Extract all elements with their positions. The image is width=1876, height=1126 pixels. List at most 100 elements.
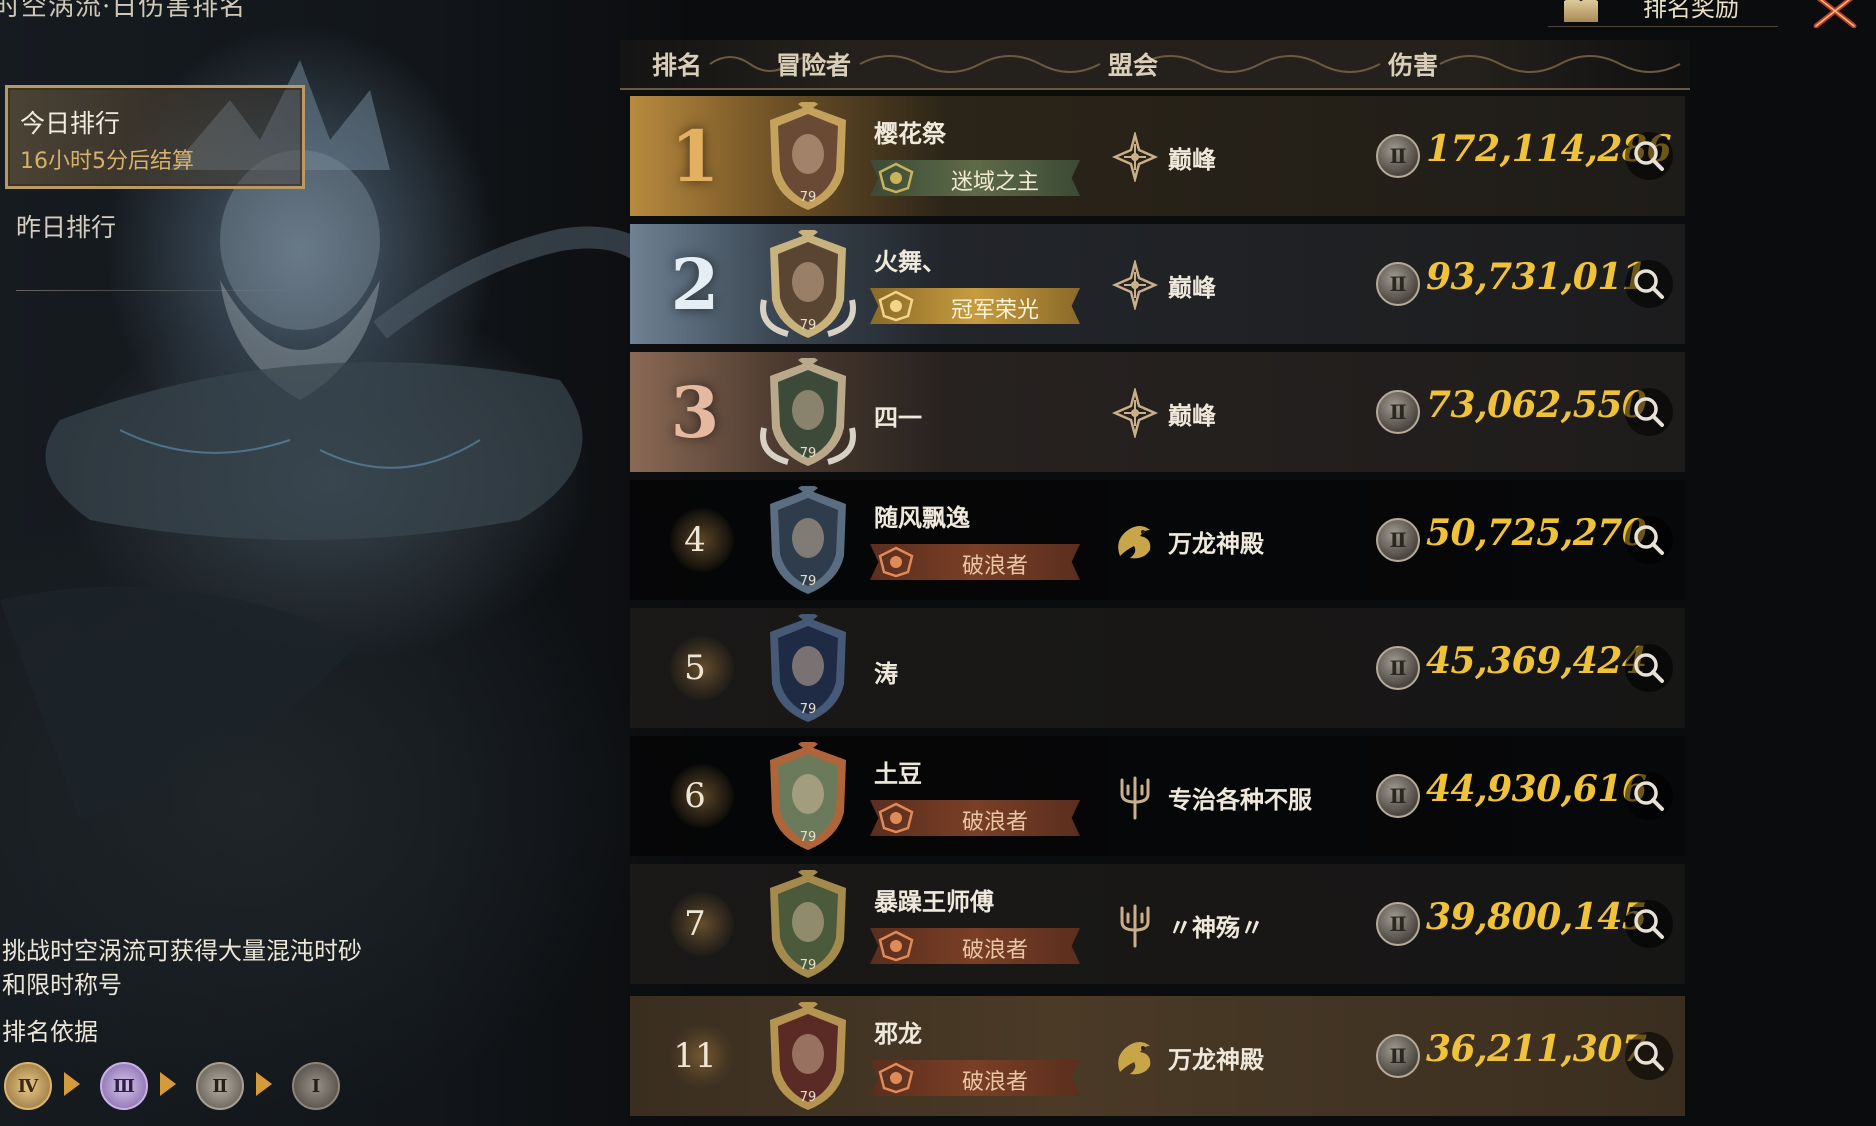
column-header-bar: 排名 冒险者 盟会 伤害 bbox=[620, 40, 1690, 90]
title-badge-label: 破浪者 bbox=[961, 938, 1028, 963]
ranking-row[interactable]: 2 79 火舞、 冠军荣光 巅峰 Ⅱ 93,731,011 bbox=[630, 224, 1685, 344]
title-emblem-icon bbox=[874, 1062, 918, 1094]
guild-name[interactable]: 巅峰 bbox=[1168, 396, 1216, 431]
tier-4-badge[interactable]: Ⅳ bbox=[4, 1062, 52, 1110]
column-rank: 排名 bbox=[652, 51, 703, 80]
title-emblem-icon bbox=[874, 290, 918, 322]
player-level: 79 bbox=[799, 574, 817, 589]
guild-peak-icon bbox=[1110, 130, 1160, 184]
guild-name[interactable]: 巅峰 bbox=[1168, 268, 1216, 303]
rank-number: 3 bbox=[630, 352, 760, 472]
player-name: 四一 bbox=[874, 404, 922, 432]
page-title: 时空涡流·日伤害排名 bbox=[0, 0, 247, 22]
search-icon[interactable] bbox=[1625, 260, 1673, 308]
player-level: 79 bbox=[799, 958, 817, 973]
tier-3-badge[interactable]: Ⅲ bbox=[100, 1062, 148, 1110]
title-badge: 破浪者 bbox=[870, 800, 1080, 836]
search-icon[interactable] bbox=[1625, 1032, 1673, 1080]
player-level: 79 bbox=[799, 190, 817, 205]
player-level: 79 bbox=[799, 446, 817, 461]
rank-number: 2 bbox=[630, 224, 760, 344]
player-level: 79 bbox=[799, 830, 817, 845]
damage-value: 73,062,550 bbox=[1426, 384, 1647, 426]
tier-coin-icon: Ⅱ bbox=[1376, 774, 1420, 818]
player-avatar[interactable]: 79 bbox=[758, 866, 858, 982]
rank-number: 1 bbox=[630, 96, 760, 216]
column-adventurer: 冒险者 bbox=[776, 51, 852, 80]
arrow-right-icon bbox=[160, 1072, 176, 1096]
search-icon[interactable] bbox=[1625, 132, 1673, 180]
rank-number: 5 bbox=[630, 608, 760, 728]
tier-2-badge[interactable]: Ⅱ bbox=[196, 1062, 244, 1110]
guild-peak-icon bbox=[1110, 386, 1160, 440]
title-emblem-icon bbox=[874, 930, 918, 962]
tab-yesterday-ranking[interactable]: 昨日排行 bbox=[16, 208, 116, 244]
rank-value: 3 bbox=[670, 370, 720, 454]
damage-value: 50,725,270 bbox=[1426, 512, 1647, 554]
ranking-row[interactable]: 7 79 暴躁王师傅 破浪者 〃神殇〃 Ⅱ 39,800,145 bbox=[630, 864, 1685, 984]
guild-dragon-icon bbox=[1110, 516, 1160, 566]
tab-today-label: 今日排行 bbox=[20, 109, 121, 138]
damage-value: 93,731,011 bbox=[1426, 256, 1647, 298]
guild-dragon-icon bbox=[1110, 1032, 1160, 1082]
ranking-row[interactable]: 5 79 涛 Ⅱ 45,369,424 bbox=[630, 608, 1685, 728]
column-damage: 伤害 bbox=[1388, 51, 1439, 80]
ranking-row[interactable]: 11 79 邪龙 破浪者 万龙神殿 Ⅱ 36,211,307 bbox=[630, 996, 1685, 1116]
rank-value: 5 bbox=[684, 648, 706, 688]
damage-value: 39,800,145 bbox=[1426, 896, 1647, 938]
title-badge: 迷域之主 bbox=[870, 160, 1080, 196]
reward-tip: 挑战时空涡流可获得大量混沌时砂和限时称号 bbox=[2, 937, 362, 999]
rank-number: 6 bbox=[630, 736, 760, 856]
title-badge-label: 迷域之主 bbox=[950, 170, 1039, 195]
ranking-reward-button[interactable]: 排名奖励 bbox=[1548, 0, 1778, 27]
rank-value: 4 bbox=[684, 520, 706, 560]
tier-coin-icon: Ⅱ bbox=[1376, 902, 1420, 946]
title-badge-label: 破浪者 bbox=[961, 810, 1028, 835]
tier-sequence: Ⅳ Ⅲ Ⅱ Ⅰ bbox=[2, 1058, 362, 1112]
guild-trident-icon bbox=[1110, 900, 1160, 950]
ranking-row[interactable]: 3 79 四一 巅峰 Ⅱ 73,062,550 bbox=[630, 352, 1685, 472]
search-icon[interactable] bbox=[1625, 772, 1673, 820]
player-avatar[interactable]: 79 bbox=[758, 354, 858, 470]
player-avatar[interactable]: 79 bbox=[758, 610, 858, 726]
tab-divider bbox=[16, 290, 306, 291]
player-avatar[interactable]: 79 bbox=[758, 226, 858, 342]
player-name: 涛 bbox=[874, 660, 898, 688]
search-icon[interactable] bbox=[1625, 516, 1673, 564]
player-name: 樱花祭 bbox=[874, 120, 946, 148]
settlement-countdown: 16小时5分后结算 bbox=[20, 149, 194, 174]
close-icon[interactable] bbox=[1812, 0, 1858, 28]
tab-today-ranking[interactable]: 今日排行 16小时5分后结算 bbox=[5, 85, 305, 189]
player-avatar[interactable]: 79 bbox=[758, 738, 858, 854]
search-icon[interactable] bbox=[1625, 388, 1673, 436]
guild-name[interactable]: 专治各种不服 bbox=[1168, 780, 1312, 815]
player-name: 邪龙 bbox=[874, 1020, 922, 1048]
ranking-basis-label: 排名依据 bbox=[2, 1018, 98, 1046]
title-emblem-icon bbox=[874, 162, 918, 194]
tier-coin-icon: Ⅱ bbox=[1376, 646, 1420, 690]
player-avatar[interactable]: 79 bbox=[758, 98, 858, 214]
reward-chart-icon bbox=[1564, 0, 1598, 22]
tier-1-badge[interactable]: Ⅰ bbox=[292, 1062, 340, 1110]
title-badge-label: 破浪者 bbox=[961, 554, 1028, 579]
tier-coin-icon: Ⅱ bbox=[1376, 518, 1420, 562]
rank-value: 6 bbox=[684, 776, 706, 816]
guild-name[interactable]: 万龙神殿 bbox=[1168, 1040, 1264, 1075]
rank-value: 1 bbox=[670, 114, 720, 198]
ranking-row[interactable]: 1 79 樱花祭 迷域之主 巅峰 Ⅱ 172,114,286 bbox=[630, 96, 1685, 216]
guild-name[interactable]: 〃神殇〃 bbox=[1168, 908, 1264, 943]
title-emblem-icon bbox=[874, 546, 918, 578]
guild-name[interactable]: 巅峰 bbox=[1168, 140, 1216, 175]
player-level: 79 bbox=[799, 318, 817, 333]
search-icon[interactable] bbox=[1625, 900, 1673, 948]
damage-value: 44,930,616 bbox=[1426, 768, 1647, 810]
guild-name[interactable]: 万龙神殿 bbox=[1168, 524, 1264, 559]
title-badge-label: 破浪者 bbox=[961, 1070, 1028, 1095]
ranking-row[interactable]: 4 79 随风飘逸 破浪者 万龙神殿 Ⅱ 50,725,270 bbox=[630, 480, 1685, 600]
search-icon[interactable] bbox=[1625, 644, 1673, 692]
title-badge: 破浪者 bbox=[870, 1060, 1080, 1096]
player-avatar[interactable]: 79 bbox=[758, 998, 858, 1114]
arrow-right-icon bbox=[64, 1072, 80, 1096]
ranking-row[interactable]: 6 79 土豆 破浪者 专治各种不服 Ⅱ 44,930,616 bbox=[630, 736, 1685, 856]
player-avatar[interactable]: 79 bbox=[758, 482, 858, 598]
